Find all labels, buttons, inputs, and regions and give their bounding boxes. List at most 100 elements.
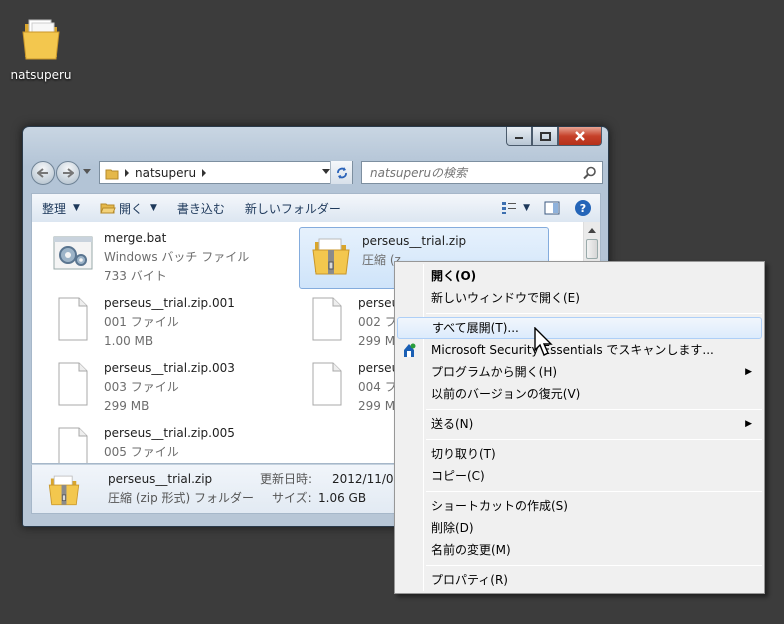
details-size-value: 1.06 GB: [318, 491, 367, 505]
new-folder-label: 新しいフォルダー: [244, 201, 341, 216]
batch-file-icon: [53, 236, 93, 270]
menu-item-label: 送る(N): [431, 417, 474, 431]
menu-separator: [426, 313, 762, 314]
menu-item-send-to[interactable]: 送る(N) ▶: [397, 413, 762, 435]
command-bar: 整理 ▼ 開く ▼ 書き込む 新しいフォルダー ▼ ?: [31, 193, 601, 222]
menu-item-cut[interactable]: 切り取り(T): [397, 443, 762, 465]
file-item[interactable]: perseus__trial.zip.005 005 ファイル: [42, 420, 292, 463]
menu-item-copy[interactable]: コピー(C): [397, 465, 762, 487]
menu-separator: [426, 439, 762, 440]
close-button[interactable]: [558, 127, 602, 146]
menu-item-label: 切り取り(T): [431, 447, 496, 461]
menu-item-restore-previous[interactable]: 以前のバージョンの復元(V): [397, 383, 762, 405]
menu-separator: [426, 565, 762, 566]
blank-file-icon: [58, 297, 88, 341]
context-menu: 開く(O) 新しいウィンドウで開く(E) すべて展開(T)... Microso…: [394, 261, 765, 594]
scrollbar-thumb[interactable]: [586, 239, 598, 259]
menu-item-properties[interactable]: プロパティ(R): [397, 569, 762, 591]
open-folder-icon: [100, 203, 116, 214]
menu-item-open-with[interactable]: プログラムから開く(H) ▶: [397, 361, 762, 383]
menu-item-label: プログラムから開く(H): [431, 365, 558, 379]
security-essentials-icon: [404, 343, 416, 357]
file-size: 733 バイト: [104, 269, 167, 283]
menu-item-label: プロパティ(R): [431, 573, 508, 587]
minimize-icon: [515, 137, 523, 139]
blank-file-icon: [312, 362, 342, 406]
new-folder-button[interactable]: 新しいフォルダー: [235, 194, 351, 222]
maximize-icon: [539, 131, 551, 141]
file-name: perseus__trial.zip: [362, 234, 467, 248]
burn-label: 書き込む: [176, 201, 225, 216]
scroll-up-button[interactable]: [584, 222, 600, 239]
menu-item-open[interactable]: 開く(O): [397, 265, 762, 287]
open-button[interactable]: 開く ▼: [90, 194, 167, 222]
zip-folder-icon: [48, 475, 80, 506]
dropdown-arrow-icon: ▼: [523, 203, 530, 213]
details-file-type: 圧縮 (zip 形式) フォルダー: [108, 491, 255, 505]
forward-button[interactable]: [56, 161, 80, 185]
menu-item-create-shortcut[interactable]: ショートカットの作成(S): [397, 495, 762, 517]
menu-item-extract-all[interactable]: すべて展開(T)...: [397, 317, 762, 339]
blank-file-icon: [312, 297, 342, 341]
zip-folder-icon: [312, 238, 350, 275]
back-button[interactable]: [31, 161, 55, 185]
address-history-dropdown-icon[interactable]: [322, 169, 330, 175]
details-file-name: perseus__trial.zip: [108, 472, 213, 486]
search-input[interactable]: [370, 165, 580, 180]
file-size: 1.00 MB: [104, 334, 154, 348]
file-type: 003 ファイル: [104, 380, 179, 394]
dropdown-arrow-icon: ▼: [73, 203, 80, 213]
menu-item-open-new-window[interactable]: 新しいウィンドウで開く(E): [397, 287, 762, 309]
chevron-right-icon[interactable]: [124, 168, 130, 177]
menu-item-rename[interactable]: 名前の変更(M): [397, 539, 762, 561]
close-icon: [575, 131, 585, 141]
search-box[interactable]: [361, 161, 603, 184]
minimize-button[interactable]: [506, 127, 532, 146]
file-name: merge.bat: [104, 231, 167, 245]
chevron-right-icon[interactable]: [201, 168, 207, 177]
file-type: 005 ファイル: [104, 445, 179, 459]
file-size: 299 MB: [104, 399, 150, 413]
submenu-arrow-icon: ▶: [745, 419, 752, 429]
menu-item-label: 新しいウィンドウで開く(E): [431, 291, 580, 305]
arrow-right-icon: [63, 168, 74, 178]
change-view-button[interactable]: ▼: [501, 201, 530, 215]
menu-item-label: 以前のバージョンの復元(V): [431, 387, 581, 401]
open-label: 開く: [118, 201, 143, 216]
menu-item-label: Microsoft Security Essentials でスキャンします..…: [431, 343, 714, 357]
menu-item-delete[interactable]: 削除(D): [397, 517, 762, 539]
menu-item-label: 名前の変更(M): [431, 543, 511, 557]
navigation-bar: natsuperu: [31, 160, 603, 186]
desktop-folder-natsuperu[interactable]: natsuperu: [8, 16, 74, 82]
address-path[interactable]: natsuperu: [135, 166, 196, 180]
maximize-button[interactable]: [532, 127, 558, 146]
view-controls: ▼ ?: [501, 199, 600, 217]
file-item[interactable]: perseus__trial.zip.001 001 ファイル 1.00 MB: [42, 290, 292, 352]
refresh-button[interactable]: [330, 161, 352, 184]
recent-pages-dropdown-icon[interactable]: [83, 169, 91, 175]
help-icon[interactable]: ?: [574, 199, 592, 217]
svg-text:?: ?: [580, 202, 586, 215]
file-name: perseus__trial.zip.001: [104, 296, 235, 310]
search-icon[interactable]: [583, 166, 597, 180]
file-name: perseus__trial.zip.003: [104, 361, 235, 375]
menu-item-mse-scan[interactable]: Microsoft Security Essentials でスキャンします..…: [397, 339, 762, 361]
details-size-label: サイズ:: [272, 491, 312, 505]
menu-item-label: コピー(C): [431, 469, 485, 483]
blank-file-icon: [58, 362, 88, 406]
submenu-arrow-icon: ▶: [745, 367, 752, 377]
menu-item-label: 開く(O): [431, 269, 477, 283]
refresh-icon: [336, 166, 347, 179]
organize-button[interactable]: 整理 ▼: [32, 194, 90, 222]
address-bar[interactable]: natsuperu: [99, 161, 353, 184]
preview-pane-icon[interactable]: [544, 201, 560, 215]
desktop-icon-label: natsuperu: [10, 68, 72, 82]
file-item[interactable]: perseus__trial.zip.003 003 ファイル 299 MB: [42, 355, 292, 417]
file-type: 001 ファイル: [104, 315, 179, 329]
file-item[interactable]: merge.bat Windows バッチ ファイル 733 バイト: [42, 225, 292, 287]
file-name: perseus__trial.zip.005: [104, 426, 235, 440]
menu-item-label: 削除(D): [431, 521, 474, 535]
folder-icon: [22, 19, 60, 60]
dropdown-arrow-icon: ▼: [149, 203, 157, 213]
burn-button[interactable]: 書き込む: [167, 194, 235, 222]
